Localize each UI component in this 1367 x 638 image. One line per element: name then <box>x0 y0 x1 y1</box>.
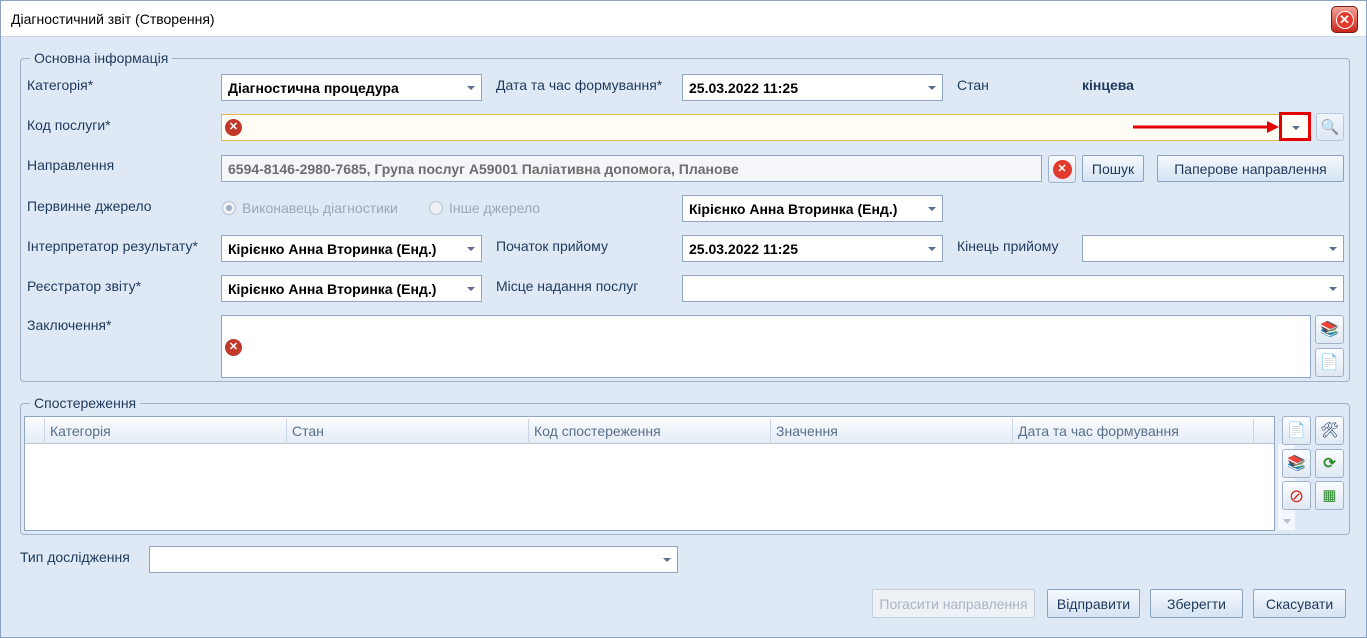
chevron-down-icon <box>928 247 936 251</box>
paper-referral-button[interactable]: Паперове направлення <box>1157 155 1344 182</box>
delete-observation-button[interactable]: ⊘ <box>1282 481 1311 510</box>
window-title: Діагностичний звіт (Створення) <box>11 11 215 27</box>
dropdown-highlight-box <box>1279 112 1311 141</box>
radio-performer-label: Виконавець діагностики <box>242 200 398 216</box>
primary-source-label: Первинне джерело <box>27 198 152 214</box>
service-code-label: Код послуги* <box>27 117 111 133</box>
column-separator <box>1253 419 1254 442</box>
chevron-down-icon <box>663 558 671 562</box>
primary-source-value: Кірієнко Анна Вторинка (Енд.) <box>689 201 898 217</box>
column-separator <box>528 419 529 442</box>
add-observation-button[interactable]: 📄 <box>1282 416 1311 445</box>
category-value: Діагностична процедура <box>228 80 399 96</box>
conclusion-add-document-button[interactable]: 📄 <box>1315 348 1344 377</box>
add-document-icon: 📄 <box>1287 422 1306 439</box>
interpreter-value: Кірієнко Анна Вторинка (Енд.) <box>228 241 437 257</box>
observations-group-title: Спостереження <box>30 395 141 411</box>
cancel-button[interactable]: Скасувати <box>1253 589 1346 618</box>
magnifier-icon: 🔍 <box>1320 118 1340 136</box>
clear-icon: ✕ <box>1052 159 1072 179</box>
service-search-button[interactable]: 🔍 <box>1316 113 1344 141</box>
dialog-window: Діагностичний звіт (Створення) ✕ Основна… <box>0 0 1367 638</box>
chevron-down-icon <box>467 247 475 251</box>
registrar-select[interactable]: Кірієнко Анна Вторинка (Енд.) <box>221 275 482 302</box>
radio-dot <box>429 201 443 215</box>
registrar-label: Реєстратор звіту* <box>27 278 142 294</box>
chevron-down-icon <box>467 86 475 90</box>
chevron-down-icon <box>928 207 936 211</box>
no-entry-icon: ⊘ <box>1288 485 1305 506</box>
chevron-down-icon <box>1329 247 1337 251</box>
main-info-group-title: Основна інформація <box>30 50 173 66</box>
send-button[interactable]: Відправити <box>1047 589 1140 618</box>
radio-performer[interactable]: Виконавець діагностики <box>222 200 398 216</box>
books-icon: 📚 <box>1287 455 1306 472</box>
column-header[interactable]: Код спостереження <box>534 423 661 439</box>
column-separator <box>286 419 287 442</box>
study-type-label: Тип дослідження <box>20 549 130 565</box>
close-icon: ✕ <box>1335 10 1354 29</box>
tools-icon: 🛠 <box>1319 422 1340 439</box>
column-separator <box>44 419 45 442</box>
conclusion-label: Заключення* <box>27 317 112 333</box>
registrar-value: Кірієнко Анна Вторинка (Енд.) <box>228 281 437 297</box>
conclusion-templates-button[interactable]: 📚 <box>1315 315 1344 344</box>
start-value: 25.03.2022 11:25 <box>689 241 798 257</box>
table-observation-button[interactable]: ▦ <box>1315 481 1344 510</box>
category-label: Категорія* <box>27 77 94 93</box>
add-document-icon: 📄 <box>1320 354 1339 371</box>
primary-source-select[interactable]: Кірієнко Анна Вторинка (Енд.) <box>682 195 943 222</box>
state-label: Стан <box>957 77 989 93</box>
refresh-icon: ⟳ <box>1323 455 1336 472</box>
state-value: кінцева <box>1082 77 1134 93</box>
end-select[interactable] <box>1082 235 1344 262</box>
annotation-arrow <box>1133 121 1279 133</box>
interpreter-select[interactable]: Кірієнко Анна Вторинка (Енд.) <box>221 235 482 262</box>
cancel-referral-button[interactable]: Погасити направлення <box>872 589 1035 618</box>
observations-table[interactable]: Категорія Стан Код спостереження Значенн… <box>24 416 1295 531</box>
radio-other-label: Інше джерело <box>449 200 541 216</box>
close-button[interactable]: ✕ <box>1331 6 1358 33</box>
error-icon: ✕ <box>225 339 242 356</box>
error-icon: ✕ <box>225 119 242 136</box>
refresh-observation-button[interactable]: ⟳ <box>1315 449 1344 478</box>
observation-templates-button[interactable]: 📚 <box>1282 449 1311 478</box>
conclusion-textarea[interactable]: ✕ <box>221 315 1311 378</box>
column-header[interactable]: Дата та час формування <box>1018 423 1179 439</box>
referral-field[interactable]: 6594-8146-2980-7685, Група послуг А59001… <box>221 155 1042 182</box>
referral-label: Направлення <box>27 157 115 173</box>
title-bar: Діагностичний звіт (Створення) ✕ <box>1 1 1366 37</box>
search-button[interactable]: Пошук <box>1082 155 1144 182</box>
column-header[interactable]: Стан <box>292 423 324 439</box>
study-type-select[interactable] <box>149 546 678 573</box>
edit-observation-button[interactable]: 🛠 <box>1315 416 1344 445</box>
clear-referral-button[interactable]: ✕ <box>1048 155 1076 183</box>
save-button[interactable]: Зберегти <box>1150 589 1243 618</box>
column-header[interactable]: Категорія <box>50 423 111 439</box>
formed-at-value: 25.03.2022 11:25 <box>689 80 798 96</box>
column-header[interactable]: Значення <box>776 423 838 439</box>
radio-dot-selected <box>222 201 236 215</box>
formed-at-label: Дата та час формування* <box>496 77 663 93</box>
category-select[interactable]: Діагностична процедура <box>221 74 482 101</box>
start-label: Початок прийому <box>496 238 608 254</box>
formed-at-select[interactable]: 25.03.2022 11:25 <box>682 74 943 101</box>
start-select[interactable]: 25.03.2022 11:25 <box>682 235 943 262</box>
chevron-down-icon <box>928 86 936 90</box>
interpreter-label: Інтерпретатор результату* <box>27 238 198 254</box>
column-separator <box>1012 419 1013 442</box>
referral-value: 6594-8146-2980-7685, Група послуг А59001… <box>228 161 739 177</box>
chevron-down-icon <box>467 287 475 291</box>
chevron-down-icon <box>1329 287 1337 291</box>
scroll-down-icon <box>1283 519 1291 524</box>
observations-table-header: Категорія Стан Код спостереження Значенн… <box>25 417 1274 444</box>
table-icon: ▦ <box>1322 487 1337 504</box>
place-select[interactable] <box>682 275 1344 302</box>
end-label: Кінець прийому <box>957 238 1059 254</box>
place-label: Місце надання послуг <box>496 278 639 294</box>
column-separator <box>770 419 771 442</box>
books-icon: 📚 <box>1320 321 1339 338</box>
radio-other-source[interactable]: Інше джерело <box>429 200 540 216</box>
